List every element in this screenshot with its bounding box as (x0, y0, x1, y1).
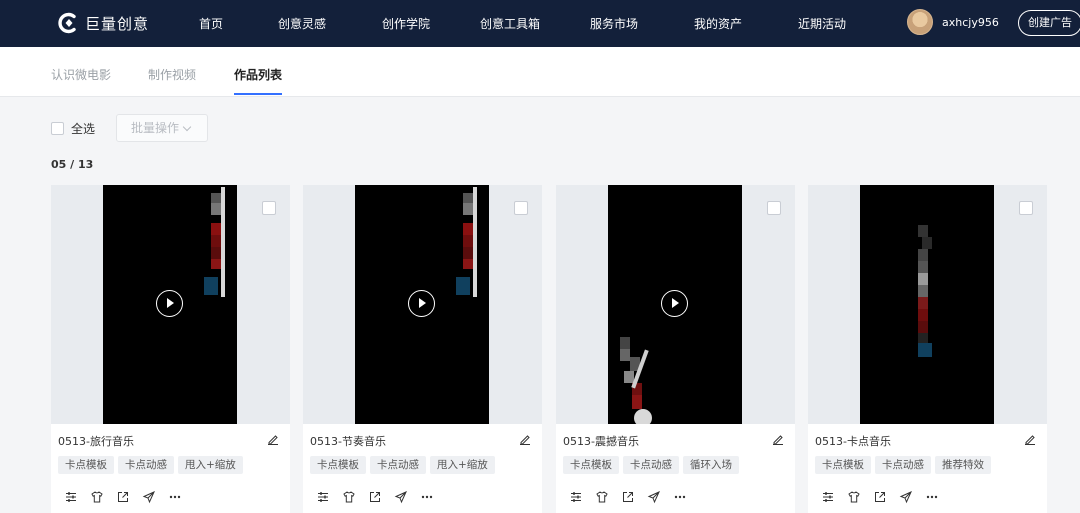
shirt-icon[interactable] (847, 490, 861, 504)
card-title: 0513-节奏音乐 (310, 435, 386, 448)
brand-name: 巨量创意 (85, 14, 150, 33)
tag: 卡点动感 (875, 456, 931, 474)
video-preview[interactable] (103, 185, 237, 424)
send-icon[interactable] (142, 490, 156, 504)
create-ad-button[interactable]: 创建广告 (1018, 10, 1080, 36)
card-checkbox[interactable] (262, 201, 276, 215)
chevron-down-icon (182, 122, 192, 132)
tag-list: 卡点模板 卡点动感 甩入+缩放 (58, 456, 243, 474)
video-thumbnail[interactable] (556, 185, 795, 424)
card-checkbox[interactable] (767, 201, 781, 215)
sliders-icon[interactable] (316, 490, 330, 504)
tag: 卡点模板 (58, 456, 114, 474)
external-link-icon[interactable] (368, 490, 382, 504)
shirt-icon[interactable] (342, 490, 356, 504)
card-checkbox[interactable] (1019, 201, 1033, 215)
pencil-icon[interactable] (772, 433, 784, 445)
card-title: 0513-震撼音乐 (563, 435, 639, 448)
work-card[interactable]: 0513-震撼音乐 卡点模板 卡点动感 循环入场 (556, 185, 795, 513)
select-all-checkbox[interactable] (51, 121, 64, 135)
card-title: 0513-卡点音乐 (815, 435, 891, 448)
sliders-icon[interactable] (569, 490, 583, 504)
more-icon[interactable] (925, 490, 939, 504)
tag: 卡点动感 (370, 456, 426, 474)
nav-item-home[interactable]: 首页 (199, 15, 223, 32)
select-all-label: 全选 (71, 121, 96, 136)
play-icon[interactable] (408, 290, 435, 317)
pencil-icon[interactable] (1024, 433, 1036, 445)
more-icon[interactable] (420, 490, 434, 504)
card-actions (821, 490, 939, 504)
nav-item-inspiration[interactable]: 创意灵感 (278, 15, 326, 32)
video-preview[interactable] (860, 185, 994, 424)
batch-actions-label: 批量操作 (131, 121, 180, 135)
video-preview[interactable] (355, 185, 489, 424)
tag: 卡点模板 (563, 456, 619, 474)
send-icon[interactable] (899, 490, 913, 504)
tag: 卡点模板 (815, 456, 871, 474)
more-icon[interactable] (168, 490, 182, 504)
tag: 卡点动感 (118, 456, 174, 474)
tag: 循环入场 (683, 456, 739, 474)
send-icon[interactable] (647, 490, 661, 504)
external-link-icon[interactable] (873, 490, 887, 504)
play-icon[interactable] (661, 290, 688, 317)
play-icon[interactable] (156, 290, 183, 317)
tag: 卡点模板 (310, 456, 366, 474)
tag: 甩入+缩放 (430, 456, 495, 474)
card-title: 0513-旅行音乐 (58, 435, 134, 448)
tab-works-list[interactable]: 作品列表 (234, 66, 282, 83)
tab-intro[interactable]: 认识微电影 (51, 66, 111, 83)
pencil-icon[interactable] (519, 433, 531, 445)
tag: 推荐特效 (935, 456, 991, 474)
work-card[interactable]: 0513-旅行音乐 卡点模板 卡点动感 甩入+缩放 (51, 185, 290, 513)
sliders-icon[interactable] (821, 490, 835, 504)
brand-logo-icon (58, 12, 76, 34)
video-thumbnail[interactable] (51, 185, 290, 424)
external-link-icon[interactable] (621, 490, 635, 504)
tag-list: 卡点模板 卡点动感 推荐特效 (815, 456, 991, 474)
video-thumbnail[interactable] (808, 185, 1047, 424)
nav-item-market[interactable]: 服务市场 (590, 15, 638, 32)
top-nav: 巨量创意 首页 创意灵感 创作学院 创意工具箱 服务市场 我的资产 近期活动 a… (0, 0, 1080, 47)
logo[interactable]: 巨量创意 (57, 11, 149, 35)
tag-list: 卡点模板 卡点动感 循环入场 (563, 456, 739, 474)
batch-actions-dropdown[interactable]: 批量操作 (116, 114, 208, 142)
nav-item-assets[interactable]: 我的资产 (694, 15, 742, 32)
card-actions (316, 490, 434, 504)
card-actions (569, 490, 687, 504)
send-icon[interactable] (394, 490, 408, 504)
tab-make-video[interactable]: 制作视频 (148, 66, 196, 83)
tag: 甩入+缩放 (178, 456, 243, 474)
select-all[interactable]: 全选 (51, 114, 95, 142)
tag: 卡点动感 (623, 456, 679, 474)
work-card[interactable]: 0513-节奏音乐 卡点模板 卡点动感 甩入+缩放 (303, 185, 542, 513)
item-counter: 05 / 13 (51, 158, 94, 171)
video-preview[interactable] (608, 185, 742, 424)
pencil-icon[interactable] (267, 433, 279, 445)
user-menu[interactable]: axhcjy956 (907, 9, 999, 35)
shirt-icon[interactable] (595, 490, 609, 504)
external-link-icon[interactable] (116, 490, 130, 504)
shirt-icon[interactable] (90, 490, 104, 504)
nav-item-toolbox[interactable]: 创意工具箱 (480, 15, 540, 32)
nav-item-academy[interactable]: 创作学院 (382, 15, 430, 32)
card-checkbox[interactable] (514, 201, 528, 215)
card-actions (64, 490, 182, 504)
active-tab-indicator (234, 93, 282, 95)
more-icon[interactable] (673, 490, 687, 504)
sub-nav: 认识微电影 制作视频 作品列表 (0, 47, 1080, 97)
avatar[interactable] (907, 9, 933, 35)
video-thumbnail[interactable] (303, 185, 542, 424)
nav-item-events[interactable]: 近期活动 (798, 15, 846, 32)
username: axhcjy956 (942, 15, 999, 29)
sliders-icon[interactable] (64, 490, 78, 504)
tag-list: 卡点模板 卡点动感 甩入+缩放 (310, 456, 495, 474)
work-card[interactable]: 0513-卡点音乐 卡点模板 卡点动感 推荐特效 (808, 185, 1047, 513)
